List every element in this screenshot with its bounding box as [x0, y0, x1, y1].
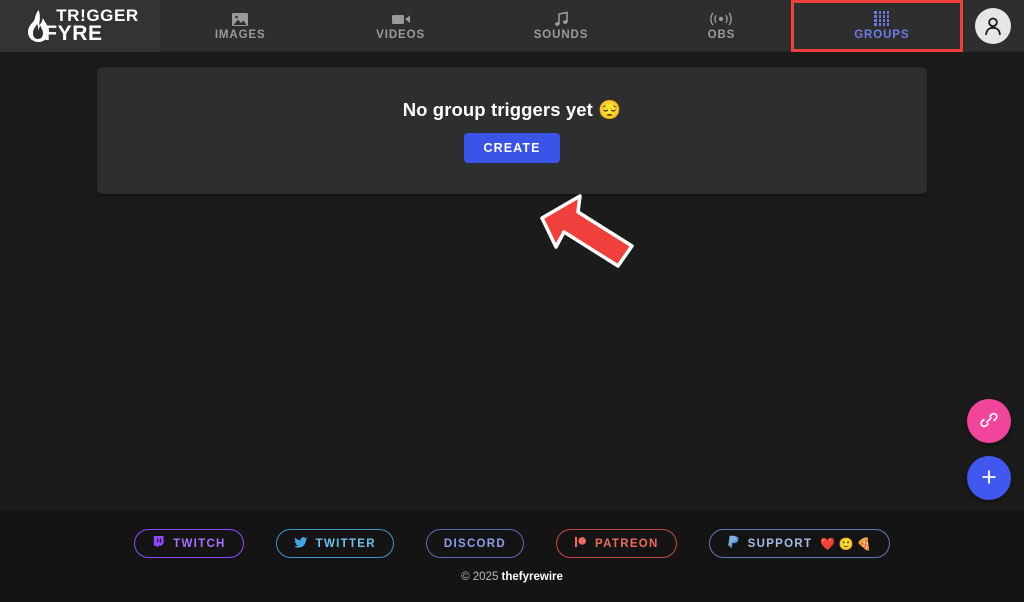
nav-label-images: IMAGES	[214, 29, 266, 41]
social-label-discord: DISCORD	[443, 537, 507, 550]
patreon-icon	[574, 536, 587, 551]
social-label-support: SUPPORT	[747, 537, 813, 550]
link-fab-button[interactable]	[967, 399, 1011, 443]
social-links-row: TWITCH TWITTER DISCORD PATREON SUPPORT ❤…	[134, 529, 890, 558]
app-root: TR!GGER FYRE IMAGES VIDEOS SOUNDS OBS GR…	[0, 0, 1024, 602]
social-link-discord[interactable]: DISCORD	[425, 529, 525, 558]
copyright-name: thefyrewire	[501, 571, 563, 583]
add-fab-button[interactable]	[967, 456, 1011, 500]
nav-item-sounds[interactable]: SOUNDS	[481, 0, 641, 52]
social-label-patreon: PATREON	[595, 537, 659, 550]
twitter-icon	[293, 536, 308, 552]
social-label-twitter: TWITTER	[315, 537, 376, 550]
music-note-icon	[553, 10, 569, 27]
brand-logo[interactable]: TR!GGER FYRE	[0, 0, 160, 52]
empty-state-message: No group triggers yet 😔	[402, 98, 622, 120]
brand-wordmark: TR!GGER FYRE	[44, 7, 139, 44]
social-link-support[interactable]: SUPPORT ❤️ 🙂 🍕	[708, 529, 890, 558]
empty-state-card: No group triggers yet 😔 CREATE	[97, 67, 927, 194]
create-button[interactable]: CREATE	[464, 132, 560, 163]
support-emojis: ❤️ 🙂 🍕	[820, 536, 872, 551]
broadcast-icon	[710, 10, 733, 27]
social-link-patreon[interactable]: PATREON	[556, 529, 677, 558]
social-link-twitter[interactable]: TWITTER	[275, 529, 394, 558]
nav-label-groups: GROUPS	[854, 29, 910, 41]
top-navbar: TR!GGER FYRE IMAGES VIDEOS SOUNDS OBS GR…	[0, 0, 1024, 52]
avatar-container	[962, 7, 1024, 44]
image-icon	[231, 10, 249, 27]
paypal-icon	[727, 535, 740, 552]
copyright-prefix: © 2025	[461, 571, 502, 583]
nav-item-list: IMAGES VIDEOS SOUNDS OBS GROUPS	[160, 0, 962, 52]
nav-item-obs[interactable]: OBS	[641, 0, 801, 52]
main-content: No group triggers yet 😔 CREATE	[0, 52, 1024, 510]
link-icon	[979, 410, 999, 433]
nav-item-videos[interactable]: VIDEOS	[320, 0, 480, 52]
annotation-arrow-icon	[540, 194, 634, 268]
grid-dots-icon	[874, 10, 890, 27]
nav-item-images[interactable]: IMAGES	[160, 0, 320, 52]
copyright-text: © 2025 thefyrewire	[461, 571, 563, 583]
plus-icon	[979, 467, 999, 490]
nav-label-sounds: SOUNDS	[533, 29, 589, 41]
nav-label-obs: OBS	[707, 29, 736, 41]
user-avatar-icon[interactable]	[975, 7, 1011, 44]
nav-item-groups[interactable]: GROUPS	[802, 0, 962, 52]
video-camera-icon	[391, 10, 411, 27]
social-label-twitch: TWITCH	[173, 537, 226, 550]
twitch-icon	[152, 535, 165, 552]
nav-label-videos: VIDEOS	[376, 29, 426, 41]
brand-line-2: FYRE	[44, 21, 103, 45]
footer: TWITCH TWITTER DISCORD PATREON SUPPORT ❤…	[0, 510, 1024, 602]
social-link-twitch[interactable]: TWITCH	[134, 529, 244, 558]
